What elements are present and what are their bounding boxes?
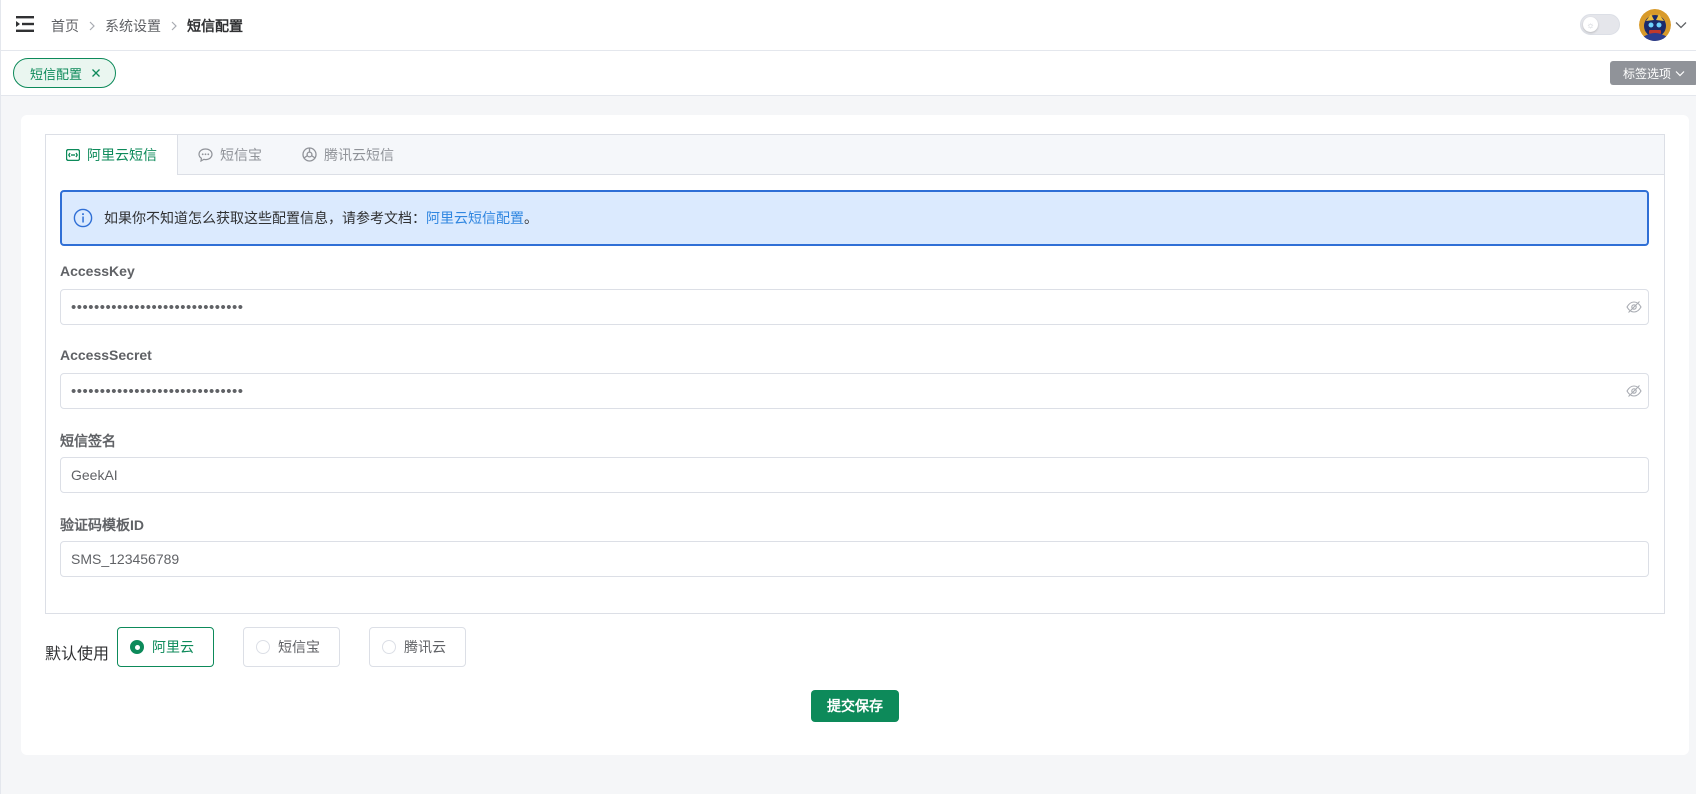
tab-label: 阿里云短信 [87, 147, 157, 163]
radio-dot [382, 640, 396, 654]
sun-icon: ☼ [1583, 17, 1598, 32]
tag-label: 短信配置 [30, 66, 83, 82]
tab-tencent[interactable]: 腾讯云短信 [282, 135, 414, 174]
template-id-label: 验证码模板ID [60, 517, 144, 533]
chevron-down-icon [1675, 70, 1685, 76]
top-header: 首页 系统设置 短信配置 ☼ [1, 0, 1696, 51]
radio-smsbao[interactable]: 短信宝 [243, 627, 340, 667]
tab-smsbao[interactable]: 短信宝 [178, 135, 282, 174]
close-icon[interactable] [91, 68, 101, 78]
access-secret-input[interactable] [60, 373, 1649, 409]
template-id-input[interactable] [60, 541, 1649, 577]
theme-toggle-switch[interactable]: ☼ [1580, 14, 1620, 35]
chat-bubble-icon [198, 147, 213, 162]
sign-name-label: 短信签名 [60, 433, 116, 449]
breadcrumb-current: 短信配置 [187, 17, 243, 34]
chevron-right-icon [170, 21, 178, 31]
tag-sms-config[interactable]: 短信配置 [13, 58, 117, 88]
tab-label: 短信宝 [220, 146, 262, 163]
access-secret-label: AccessSecret [60, 347, 152, 363]
tab-aliyun[interactable]: 阿里云短信 [46, 135, 178, 175]
radio-aliyun[interactable]: 阿里云 [117, 627, 214, 667]
alert-text: 如果你不知道怎么获取这些配置信息，请参考文档： [104, 210, 426, 226]
alert-suffix: 。 [524, 210, 538, 226]
radio-dot [256, 640, 270, 654]
tag-options-label: 标签选项 [1622, 66, 1671, 81]
sms-provider-tabs: 阿里云短信 短信宝 腾讯云短信 如果你不知道怎么获取这些配置信息，请参考文档： … [45, 134, 1665, 614]
eye-hide-icon[interactable] [1626, 299, 1642, 315]
aliyun-icon [66, 149, 80, 161]
radio-tencent[interactable]: 腾讯云 [369, 627, 466, 667]
radio-label: 阿里云 [152, 639, 194, 655]
info-circle-icon [73, 208, 93, 228]
eye-hide-icon[interactable] [1626, 383, 1642, 399]
radio-label: 短信宝 [278, 639, 320, 655]
tag-options-button[interactable]: 标签选项 [1610, 61, 1696, 85]
submit-save-button[interactable]: 提交保存 [811, 690, 899, 722]
chevron-right-icon [88, 21, 96, 31]
breadcrumb-system-settings[interactable]: 系统设置 [105, 16, 161, 36]
tags-bar: 短信配置 标签选项 [1, 51, 1696, 96]
app-root: 首页 系统设置 短信配置 ☼ 短信配置 标签选项 阿里云短信 短信宝 腾讯云短信… [0, 0, 1696, 794]
default-use-label: 默认使用 [45, 646, 110, 663]
aliyun-doc-link[interactable]: 阿里云短信配置 [426, 208, 524, 228]
access-key-label: AccessKey [60, 263, 135, 279]
main-card: 阿里云短信 短信宝 腾讯云短信 如果你不知道怎么获取这些配置信息，请参考文档： … [21, 115, 1689, 755]
tab-label: 腾讯云短信 [324, 146, 394, 163]
radio-dot [130, 640, 144, 654]
access-key-input[interactable] [60, 289, 1649, 325]
tencent-cloud-icon [302, 147, 317, 162]
menu-fold-icon[interactable] [16, 15, 36, 33]
breadcrumb: 首页 系统设置 短信配置 [51, 0, 243, 51]
avatar[interactable] [1639, 9, 1671, 41]
breadcrumb-home[interactable]: 首页 [51, 16, 79, 36]
chevron-down-icon[interactable] [1675, 21, 1687, 29]
radio-label: 腾讯云 [404, 639, 446, 655]
sign-name-input[interactable] [60, 457, 1649, 493]
user-menu[interactable] [1639, 9, 1687, 41]
info-alert: 如果你不知道怎么获取这些配置信息，请参考文档： 阿里云短信配置 。 [60, 190, 1649, 246]
tabs-header: 阿里云短信 短信宝 腾讯云短信 [46, 135, 1664, 175]
